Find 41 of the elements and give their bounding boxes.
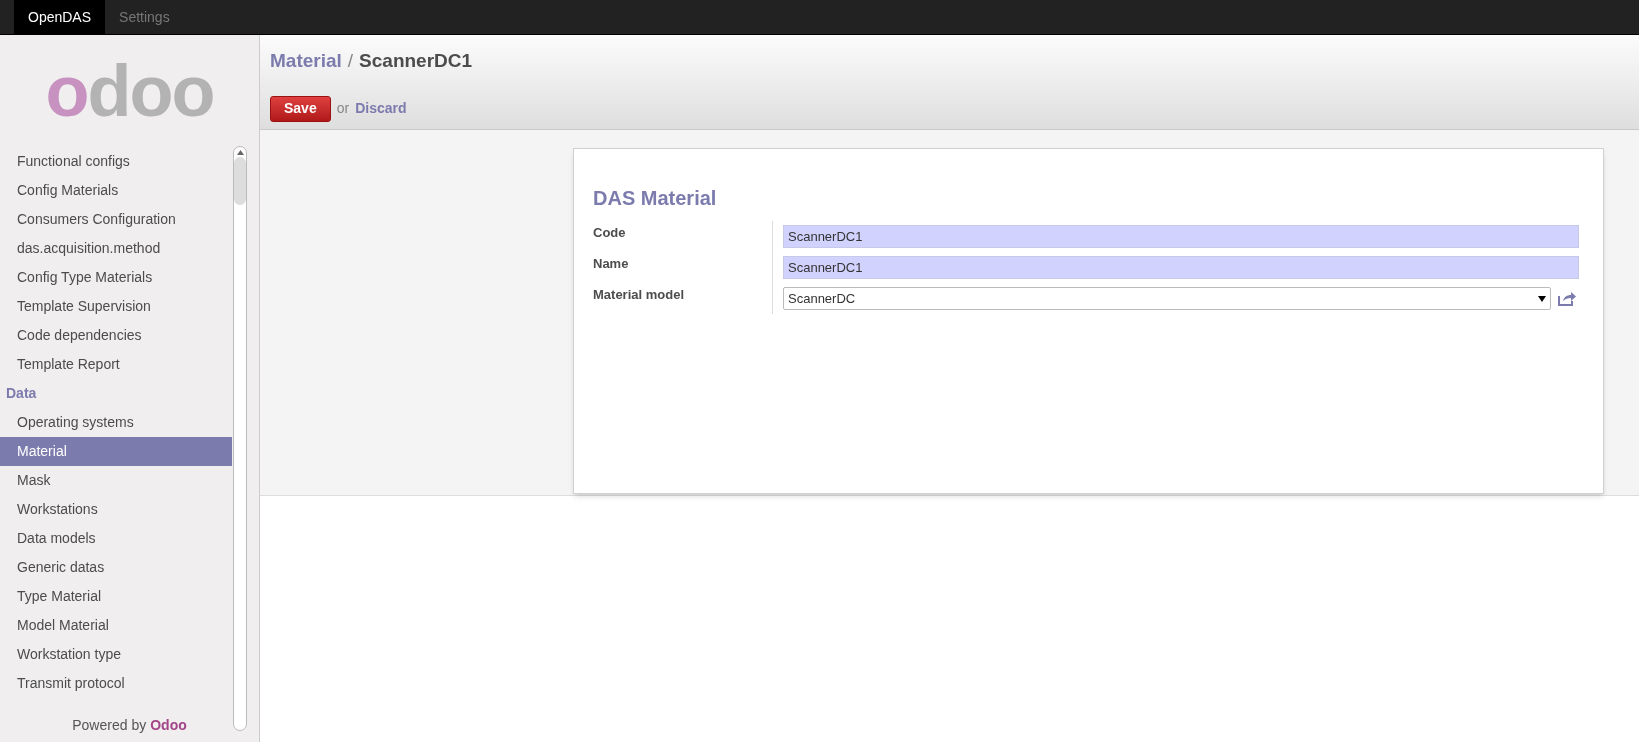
sidebar-item[interactable]: das.acquisition.method xyxy=(0,234,232,263)
scrollbar[interactable] xyxy=(233,146,247,731)
caret-icon xyxy=(1538,295,1546,302)
sidebar-item[interactable]: Config Type Materials xyxy=(0,263,232,292)
sidebar-item[interactable]: Type Material xyxy=(0,582,232,611)
sidebar-item[interactable]: Workstations xyxy=(0,495,232,524)
sidebar-item[interactable]: Code dependencies xyxy=(0,321,232,350)
sidebar-item[interactable]: Functional configs xyxy=(0,147,232,176)
powered-by-text: Powered by xyxy=(72,715,147,735)
sidebar-item[interactable]: Config Materials xyxy=(0,176,232,205)
sidebar-item[interactable]: Transmit protocol xyxy=(0,669,232,698)
field-label: Code xyxy=(593,221,773,252)
field-label: Name xyxy=(593,252,773,283)
scroll-thumb[interactable] xyxy=(234,157,246,205)
external-link-icon[interactable] xyxy=(1557,291,1577,306)
form-title: DAS Material xyxy=(593,186,718,211)
sidebar-item[interactable]: Workstation type xyxy=(0,640,232,669)
sidebar-item[interactable]: Consumers Configuration xyxy=(0,205,232,234)
sidebar-item[interactable]: Model Material xyxy=(0,611,232,640)
input-field[interactable]: ScannerDC1 xyxy=(783,225,1579,248)
sidebar-item[interactable]: Operating systems xyxy=(0,408,232,437)
sidebar-item[interactable]: Mask xyxy=(0,466,232,495)
odoo-link[interactable]: Odoo xyxy=(150,714,187,736)
dropdown-field[interactable]: ScannerDC xyxy=(783,287,1551,310)
scroll-up-icon[interactable] xyxy=(236,150,244,155)
sidebar-item[interactable]: Material xyxy=(0,437,232,466)
sidebar-item[interactable]: Template Supervision xyxy=(0,292,232,321)
breadcrumb-link[interactable]: Material xyxy=(270,47,342,76)
sidebar-item[interactable]: Template Report xyxy=(0,350,232,379)
breadcrumb-current: ScannerDC1 xyxy=(359,49,473,73)
sidebar-item[interactable]: Generic datas xyxy=(0,553,232,582)
menu-tab[interactable]: OpenDAS xyxy=(14,0,106,34)
menu-tab[interactable]: Settings xyxy=(105,0,184,34)
or-text: or xyxy=(336,99,350,118)
save-button[interactable]: Save xyxy=(270,95,331,122)
logo: odoo xyxy=(45,54,214,127)
breadcrumb-separator: / xyxy=(347,49,354,73)
section-header: Data xyxy=(5,384,38,403)
input-field[interactable]: ScannerDC1 xyxy=(783,256,1579,279)
field-label: Material model xyxy=(593,283,773,314)
sidebar-item[interactable]: Data models xyxy=(0,524,232,553)
